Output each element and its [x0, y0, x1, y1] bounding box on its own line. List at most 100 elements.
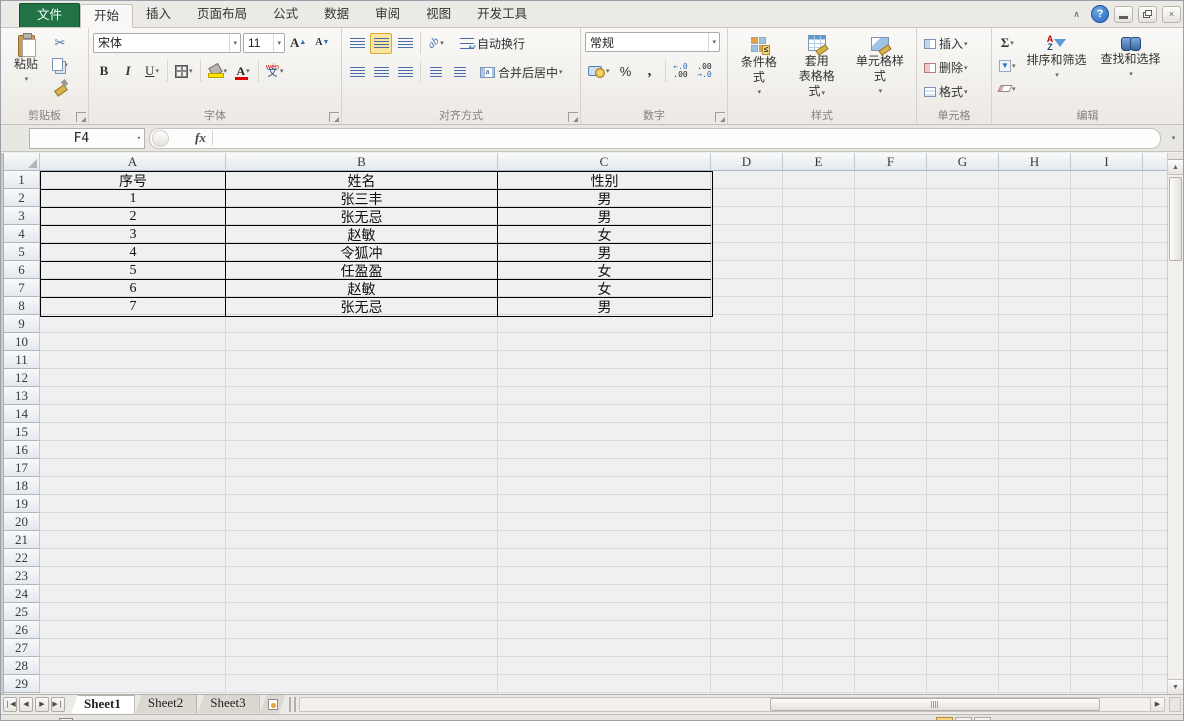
row-header-25[interactable]: 25	[4, 603, 40, 621]
scroll-up-icon[interactable]: ▲	[1168, 160, 1183, 175]
scroll-right-icon[interactable]: ▶	[1150, 698, 1164, 711]
increase-indent-button[interactable]	[449, 62, 471, 83]
clipboard-dialog-launcher-icon[interactable]	[76, 112, 86, 122]
row-header-7[interactable]: 7	[4, 279, 40, 297]
page-layout-view-icon[interactable]: ▤	[955, 717, 972, 721]
align-left-button[interactable]	[346, 62, 368, 83]
tab-data[interactable]: 数据	[311, 3, 362, 27]
row-header-8[interactable]: 8	[4, 297, 40, 315]
cell[interactable]: 序号	[41, 172, 226, 190]
row-header-17[interactable]: 17	[4, 459, 40, 477]
cell[interactable]: 7	[41, 298, 226, 316]
number-format-combo[interactable]: 常规▾	[585, 32, 720, 52]
cell[interactable]: 姓名	[226, 172, 498, 190]
cell[interactable]: 女	[498, 226, 711, 244]
formula-input[interactable]	[219, 129, 1160, 148]
row-header-24[interactable]: 24	[4, 585, 40, 603]
copy-button[interactable]: ▾	[49, 54, 71, 75]
row-header-3[interactable]: 3	[4, 207, 40, 225]
font-name-combo[interactable]: 宋体▾	[93, 33, 241, 53]
first-sheet-icon[interactable]: ❘◀	[3, 697, 17, 712]
middle-align-button[interactable]	[370, 33, 392, 54]
row-header-28[interactable]: 28	[4, 657, 40, 675]
column-header-G[interactable]: G	[927, 153, 999, 171]
row-header-10[interactable]: 10	[4, 333, 40, 351]
row-header-6[interactable]: 6	[4, 261, 40, 279]
top-align-button[interactable]	[346, 33, 368, 54]
grow-font-button[interactable]: A▲	[287, 32, 309, 53]
cell[interactable]: 2	[41, 208, 226, 226]
alignment-dialog-launcher-icon[interactable]	[568, 112, 578, 122]
increase-decimal-button[interactable]: ←.0.00	[670, 61, 692, 82]
row-header-26[interactable]: 26	[4, 621, 40, 639]
row-header-23[interactable]: 23	[4, 567, 40, 585]
cell[interactable]: 男	[498, 208, 711, 226]
cell[interactable]: 赵敏	[226, 226, 498, 244]
number-dialog-launcher-icon[interactable]	[715, 112, 725, 122]
align-center-button[interactable]	[370, 62, 392, 83]
minimize-button[interactable]	[1114, 6, 1133, 23]
row-header-15[interactable]: 15	[4, 423, 40, 441]
bottom-align-button[interactable]	[394, 33, 416, 54]
cut-button[interactable]: ✂	[49, 32, 71, 53]
cell-styles-button[interactable]: 单元格样式▾	[848, 34, 912, 102]
decrease-indent-button[interactable]	[425, 62, 447, 83]
vertical-scroll-thumb[interactable]	[1169, 177, 1182, 261]
tab-insert[interactable]: 插入	[133, 3, 184, 27]
autosum-button[interactable]: Σ▾	[996, 32, 1019, 53]
cell[interactable]: 男	[498, 298, 711, 316]
horizontal-scroll-thumb[interactable]	[770, 698, 1100, 711]
row-header-21[interactable]: 21	[4, 531, 40, 549]
fill-button[interactable]: ▼▾	[996, 55, 1019, 76]
format-painter-button[interactable]	[49, 76, 71, 97]
cell[interactable]: 6	[41, 280, 226, 298]
cell[interactable]: 男	[498, 190, 711, 208]
select-all-corner[interactable]	[4, 153, 40, 171]
column-header-E[interactable]: E	[783, 153, 855, 171]
vertical-split-handle[interactable]	[1168, 153, 1183, 160]
sort-filter-button[interactable]: AZ 排序和筛选▾	[1021, 32, 1093, 86]
cell[interactable]: 女	[498, 280, 711, 298]
column-header-A[interactable]: A	[40, 153, 226, 171]
cells-area[interactable]: 序号姓名性别1张三丰男2张无忌男3赵敏女4令狐冲男5任盈盈女6赵敏女7张无忌男	[40, 171, 1169, 694]
restore-button[interactable]	[1138, 6, 1157, 23]
underline-button[interactable]: U▾	[141, 61, 163, 82]
font-color-button[interactable]: A▾	[232, 61, 254, 82]
font-dialog-launcher-icon[interactable]	[329, 112, 339, 122]
cell[interactable]: 任盈盈	[226, 262, 498, 280]
next-sheet-icon[interactable]: ▶	[35, 697, 49, 712]
orientation-button[interactable]: ab▾	[425, 33, 447, 54]
expand-formula-bar-icon[interactable]: ▾	[1167, 134, 1180, 142]
row-header-19[interactable]: 19	[4, 495, 40, 513]
cell[interactable]: 张无忌	[226, 298, 498, 316]
wrap-text-button[interactable]: 自动换行	[457, 33, 528, 54]
tab-split-handle[interactable]	[289, 697, 296, 712]
accounting-format-button[interactable]: ▾	[585, 61, 613, 82]
shrink-font-button[interactable]: A▼	[311, 32, 333, 53]
row-header-29[interactable]: 29	[4, 675, 40, 693]
cell[interactable]: 赵敏	[226, 280, 498, 298]
insert-function-button[interactable]: fx	[195, 130, 206, 146]
row-header-5[interactable]: 5	[4, 243, 40, 261]
sheet-tab-sheet1[interactable]: Sheet1	[71, 695, 135, 714]
cell[interactable]: 性别	[498, 172, 711, 190]
column-header-D[interactable]: D	[711, 153, 783, 171]
last-sheet-icon[interactable]: ▶❘	[51, 697, 65, 712]
normal-view-icon[interactable]: ▦	[936, 717, 953, 721]
italic-button[interactable]: I	[117, 61, 139, 82]
previous-sheet-icon[interactable]: ◀	[19, 697, 33, 712]
cell[interactable]: 男	[498, 244, 711, 262]
row-header-27[interactable]: 27	[4, 639, 40, 657]
cell[interactable]: 3	[41, 226, 226, 244]
decrease-decimal-button[interactable]: .00→.0	[694, 61, 716, 82]
row-header-13[interactable]: 13	[4, 387, 40, 405]
scroll-down-icon[interactable]: ▼	[1168, 679, 1183, 694]
row-header-2[interactable]: 2	[4, 189, 40, 207]
find-select-button[interactable]: 查找和选择▾	[1095, 32, 1167, 85]
format-cells-button[interactable]: 格式▾	[921, 81, 987, 102]
name-box[interactable]: F4 ▾	[29, 128, 145, 149]
tab-home[interactable]: 开始	[80, 4, 133, 28]
clear-button[interactable]: ▾	[996, 78, 1019, 99]
conditional-formatting-button[interactable]: ≤ 条件格式▾	[732, 34, 786, 103]
row-header-12[interactable]: 12	[4, 369, 40, 387]
